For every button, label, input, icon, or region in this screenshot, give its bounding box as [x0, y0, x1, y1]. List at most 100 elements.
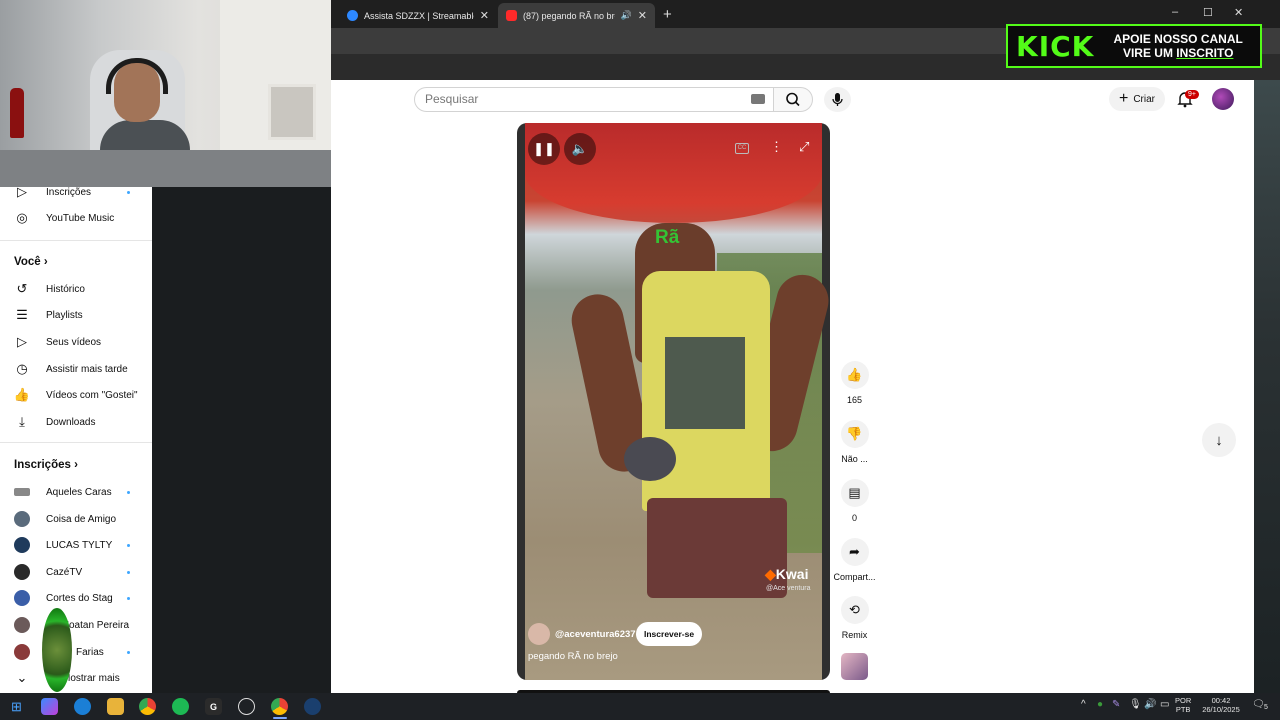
music-icon: ◎	[16, 210, 28, 225]
video-title[interactable]: pegando RÃ no brejo	[528, 651, 618, 662]
sidebar-item-label: Histórico	[46, 283, 85, 295]
tab-title: Assista SDZZX | Streamable	[364, 10, 474, 21]
obs-icon[interactable]	[238, 698, 255, 715]
next-video-button[interactable]: ↓	[1202, 423, 1236, 457]
share-action[interactable]: ➦ Compart...	[832, 538, 877, 582]
captions-button[interactable]: CC	[735, 143, 749, 154]
tab-youtube[interactable]: (87) pegando RÃ no brejo 🔊 ✕	[498, 3, 655, 28]
kwai-icon: ◆	[765, 566, 776, 582]
channel-name: Coisa de Amigo	[46, 513, 117, 525]
search-button[interactable]	[773, 87, 813, 112]
maximize-button[interactable]: ☐	[1203, 6, 1213, 19]
close-icon[interactable]: ✕	[480, 9, 489, 22]
chrome-icon[interactable]	[271, 698, 288, 715]
dislike-action[interactable]: 👎 Não ...	[838, 420, 871, 464]
sidebar-item-label: Downloads	[46, 416, 96, 428]
lang-line2: PTB	[1175, 705, 1191, 714]
thumbs-down-icon[interactable]: 👎	[840, 420, 869, 448]
sidebar-channel[interactable]: Aqueles Caras	[0, 480, 152, 504]
chevron-up-icon[interactable]: ^	[1081, 699, 1086, 710]
fullscreen-icon[interactable]: ⤢	[799, 139, 809, 155]
pen-icon[interactable]: ✎	[1112, 699, 1120, 710]
sidebar-item-watch-later[interactable]: ◷ Assistir mais tarde	[0, 357, 152, 381]
windows-start-icon[interactable]: ⊞	[8, 698, 25, 715]
channel-handle[interactable]: @aceventura6237	[555, 629, 636, 640]
tab-streamable[interactable]: Assista SDZZX | Streamable ✕	[339, 3, 497, 28]
sidebar-channel[interactable]: Joatan Pereira	[0, 613, 152, 637]
section-heading-you[interactable]: Você ›	[14, 256, 48, 268]
sidebar-channel[interactable]: LUCAS TYLTY	[0, 533, 152, 557]
heading-label: Inscrições	[14, 459, 71, 471]
file-explorer-icon[interactable]	[107, 698, 124, 715]
active-app-indicator	[273, 717, 287, 719]
chevron-down-icon: ⌄	[16, 670, 28, 685]
sound-thumbnail[interactable]	[841, 653, 868, 680]
video-shirt-print	[665, 337, 745, 429]
network-icon[interactable]: ▭	[1160, 699, 1169, 710]
speaker-icon[interactable]: 🔊	[1144, 699, 1156, 710]
tray-app-icon[interactable]: ●	[1097, 699, 1103, 710]
sidebar-item-label: YouTube Music	[46, 212, 115, 224]
new-content-dot	[127, 570, 130, 574]
speaker-icon[interactable]: 🔊	[621, 10, 632, 21]
clock-time: 00:42	[1211, 696, 1231, 705]
comment-action[interactable]: ▤ 0	[838, 479, 871, 523]
g-hub-icon[interactable]: G	[205, 698, 222, 715]
sidebar-channel[interactable]: Farias	[0, 640, 152, 664]
sidebar-item-downloads[interactable]: ⤓ Downloads	[0, 410, 152, 434]
comment-icon[interactable]: ▤	[840, 479, 869, 507]
remix-action[interactable]: ⟲ Remix	[838, 596, 871, 640]
share-icon[interactable]: ➦	[840, 538, 869, 566]
channel-avatar	[14, 511, 30, 527]
sidebar-item-playlists[interactable]: ☰ Playlists	[0, 303, 152, 327]
steam-icon[interactable]	[304, 698, 321, 715]
kick-line2: VIRE UM INSCRITO	[1104, 46, 1252, 60]
channel-avatar	[14, 590, 30, 606]
channel-avatar[interactable]	[528, 623, 550, 645]
notification-icon[interactable]: 🗨	[1252, 699, 1265, 710]
keyboard-icon[interactable]	[751, 94, 765, 104]
section-heading-subscriptions[interactable]: Inscrições ›	[14, 459, 78, 471]
spotify-icon[interactable]	[172, 698, 189, 715]
voice-search-button[interactable]	[824, 87, 851, 112]
shorts-video-player[interactable]: Rã ◆Kwai @Ace ventura ❚❚ 🔈 CC ⋮ ⤢ @aceve…	[517, 123, 830, 680]
sidebar-channel[interactable]: Cortes do Stag	[0, 586, 152, 610]
sidebar-channel[interactable]: Coisa de Amigo	[0, 507, 152, 531]
like-count: 165	[846, 395, 863, 405]
remix-icon[interactable]: ⟲	[840, 596, 869, 624]
channel-avatar	[14, 617, 30, 633]
sidebar-item-history[interactable]: ↺ Histórico	[0, 277, 152, 301]
mic-icon	[832, 93, 843, 106]
like-action[interactable]: 👍 165	[838, 361, 871, 405]
channel-name: CazéTV	[46, 566, 83, 578]
pause-button[interactable]: ❚❚	[528, 133, 560, 165]
sidebar-show-more[interactable]: ⌄ Mostrar mais	[0, 666, 152, 690]
chrome-icon[interactable]	[139, 698, 156, 715]
sidebar-item-label: Playlists	[46, 309, 83, 321]
subscribe-button[interactable]: Inscrever-se	[636, 622, 703, 646]
new-tab-button[interactable]: +	[663, 6, 672, 23]
account-avatar[interactable]	[1212, 88, 1234, 110]
sidebar-item-liked-videos[interactable]: 👍 Vídeos com "Gostei"	[0, 383, 152, 407]
sidebar-item-your-videos[interactable]: ▷ Seus vídeos	[0, 330, 152, 354]
sidebar-item-youtube-music[interactable]: ◎ YouTube Music	[0, 206, 152, 230]
minimize-button[interactable]: –	[1172, 6, 1178, 18]
sidebar-item-label: Assistir mais tarde	[46, 363, 128, 375]
sidebar-channel[interactable]: CazéTV	[0, 560, 152, 584]
edge-icon[interactable]	[74, 698, 91, 715]
thumbs-up-icon[interactable]: 👍	[840, 361, 869, 389]
clock[interactable]: 00:42 26/10/2025	[1197, 696, 1245, 714]
language-indicator[interactable]: POR PTB	[1175, 696, 1191, 714]
chevron-right-icon: ›	[74, 459, 78, 471]
divider	[0, 240, 152, 241]
close-window-button[interactable]: ✕	[1234, 6, 1243, 19]
plus-icon: +	[1118, 90, 1129, 107]
pause-icon: ❚❚	[533, 141, 555, 156]
volume-button[interactable]: 🔈	[564, 133, 596, 165]
mic-icon[interactable]: 🎙	[1129, 699, 1142, 710]
kick-line1: APOIE NOSSO CANAL	[1113, 32, 1243, 46]
create-button[interactable]: + Criar	[1109, 87, 1165, 111]
close-icon[interactable]: ✕	[638, 9, 647, 22]
more-options-icon[interactable]: ⋮	[770, 139, 783, 155]
copilot-icon[interactable]	[41, 698, 58, 715]
